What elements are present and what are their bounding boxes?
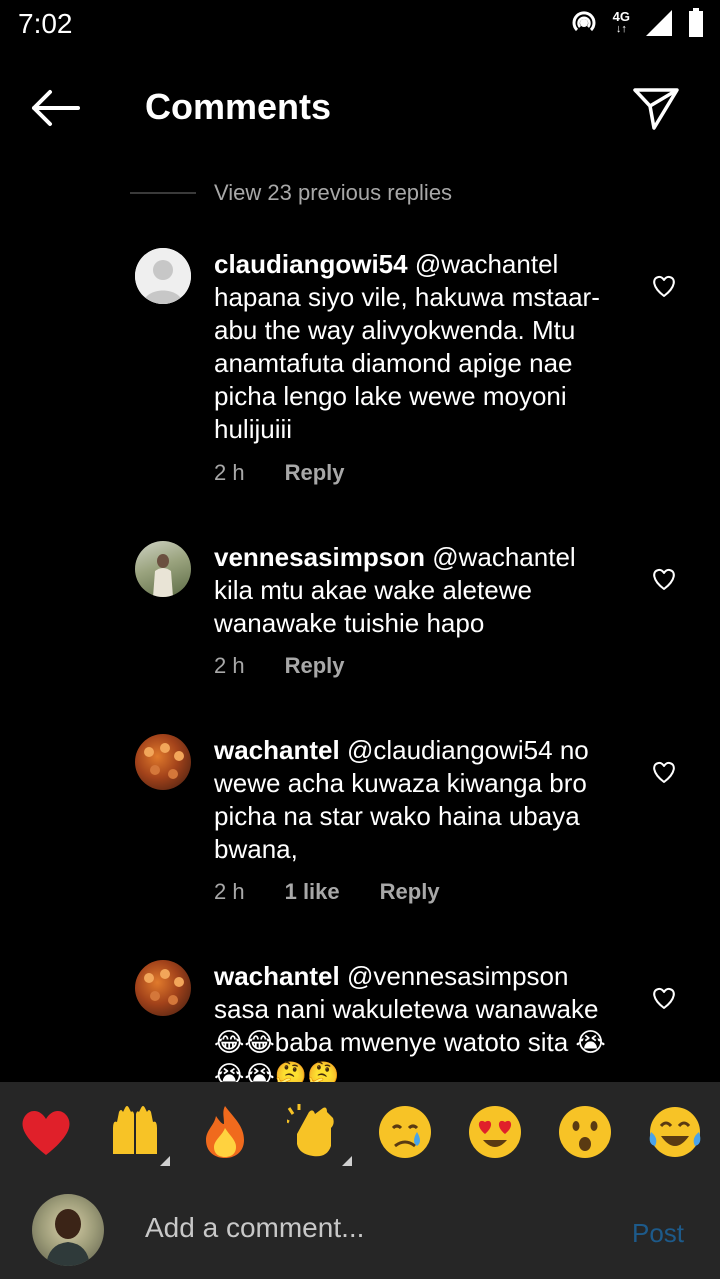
network-type-label: 4G — [612, 9, 630, 24]
comment-time: 2 h — [214, 879, 245, 904]
clapping-hands-emoji-icon[interactable] — [287, 1104, 343, 1160]
comment-text: claudiangowi54 @wachantel hapana siyo vi… — [214, 248, 614, 446]
comment-composer: Post — [0, 1180, 720, 1279]
avatar[interactable] — [135, 734, 191, 790]
like-heart-icon[interactable] — [650, 565, 678, 593]
comment-meta: 2 h Reply — [214, 460, 345, 486]
default-avatar-icon — [135, 248, 191, 304]
red-heart-emoji-icon[interactable] — [18, 1104, 74, 1160]
comment-meta: 2 h 1 like Reply — [214, 879, 440, 905]
avatar[interactable] — [135, 541, 191, 597]
tears-of-joy-emoji-icon[interactable] — [647, 1104, 703, 1160]
comment-username[interactable]: wachantel — [214, 961, 340, 991]
crying-face-emoji-icon[interactable] — [377, 1104, 433, 1160]
fire-emoji-icon[interactable] — [197, 1104, 253, 1160]
comment-item: vennesasimpson @wachantel kila mtu akae … — [0, 541, 720, 691]
header: Comments — [0, 60, 720, 156]
comment-text: vennesasimpson @wachantel kila mtu akae … — [214, 541, 614, 640]
comment-meta: 2 h Reply — [214, 653, 345, 679]
avatar[interactable] — [135, 248, 191, 304]
comment-input[interactable] — [145, 1212, 565, 1244]
status-time: 7:02 — [18, 8, 73, 39]
status-icons: 4G ↓↑ — [569, 8, 704, 38]
comment-username[interactable]: vennesasimpson — [214, 542, 425, 572]
comment-username[interactable]: claudiangowi54 — [214, 249, 408, 279]
divider-line — [130, 192, 196, 194]
comment-item: wachantel @vennesasimpson sasa nani waku… — [0, 960, 720, 1082]
signal-icon — [646, 10, 672, 36]
user-photo — [153, 554, 173, 597]
current-user-avatar — [32, 1194, 104, 1266]
user-photo — [144, 743, 184, 779]
like-count[interactable]: 1 like — [285, 879, 340, 905]
page-title: Comments — [145, 86, 332, 127]
direct-message-icon[interactable] — [630, 84, 682, 132]
heart-eyes-emoji-icon[interactable] — [467, 1104, 523, 1160]
view-previous-replies[interactable]: View 23 previous replies — [130, 176, 610, 210]
back-arrow-icon[interactable] — [30, 88, 82, 128]
like-heart-icon[interactable] — [650, 758, 678, 786]
reply-button[interactable]: Reply — [285, 460, 345, 486]
status-bar: 7:02 4G ↓↑ — [0, 0, 720, 50]
reply-button[interactable]: Reply — [285, 653, 345, 679]
skin-tone-indicator — [342, 1156, 352, 1166]
reply-button[interactable]: Reply — [380, 879, 440, 905]
post-button[interactable]: Post — [632, 1218, 684, 1249]
skin-tone-indicator — [160, 1156, 170, 1166]
comment-time: 2 h — [214, 653, 245, 678]
comment-username[interactable]: wachantel — [214, 735, 340, 765]
avatar[interactable] — [135, 960, 191, 1016]
view-previous-replies-label: View 23 previous replies — [214, 180, 453, 205]
network-type-icon: 4G ↓↑ — [612, 9, 630, 35]
comment-item: claudiangowi54 @wachantel hapana siyo vi… — [0, 248, 720, 498]
user-photo — [144, 969, 184, 1005]
quick-reactions-bar — [0, 1082, 720, 1180]
comment-time: 2 h — [214, 460, 245, 485]
hotspot-icon — [572, 11, 596, 32]
surprised-face-emoji-icon[interactable] — [557, 1104, 613, 1160]
user-photo — [46, 1209, 90, 1266]
comment-text: wachantel @vennesasimpson sasa nani waku… — [214, 960, 614, 1082]
comment-text: wachantel @claudiangowi54 no wewe acha k… — [214, 734, 614, 866]
battery-icon — [689, 8, 703, 37]
raised-hands-emoji-icon[interactable] — [107, 1104, 163, 1160]
comment-item: wachantel @claudiangowi54 no wewe acha k… — [0, 734, 720, 914]
like-heart-icon[interactable] — [650, 984, 678, 1012]
like-heart-icon[interactable] — [650, 272, 678, 300]
